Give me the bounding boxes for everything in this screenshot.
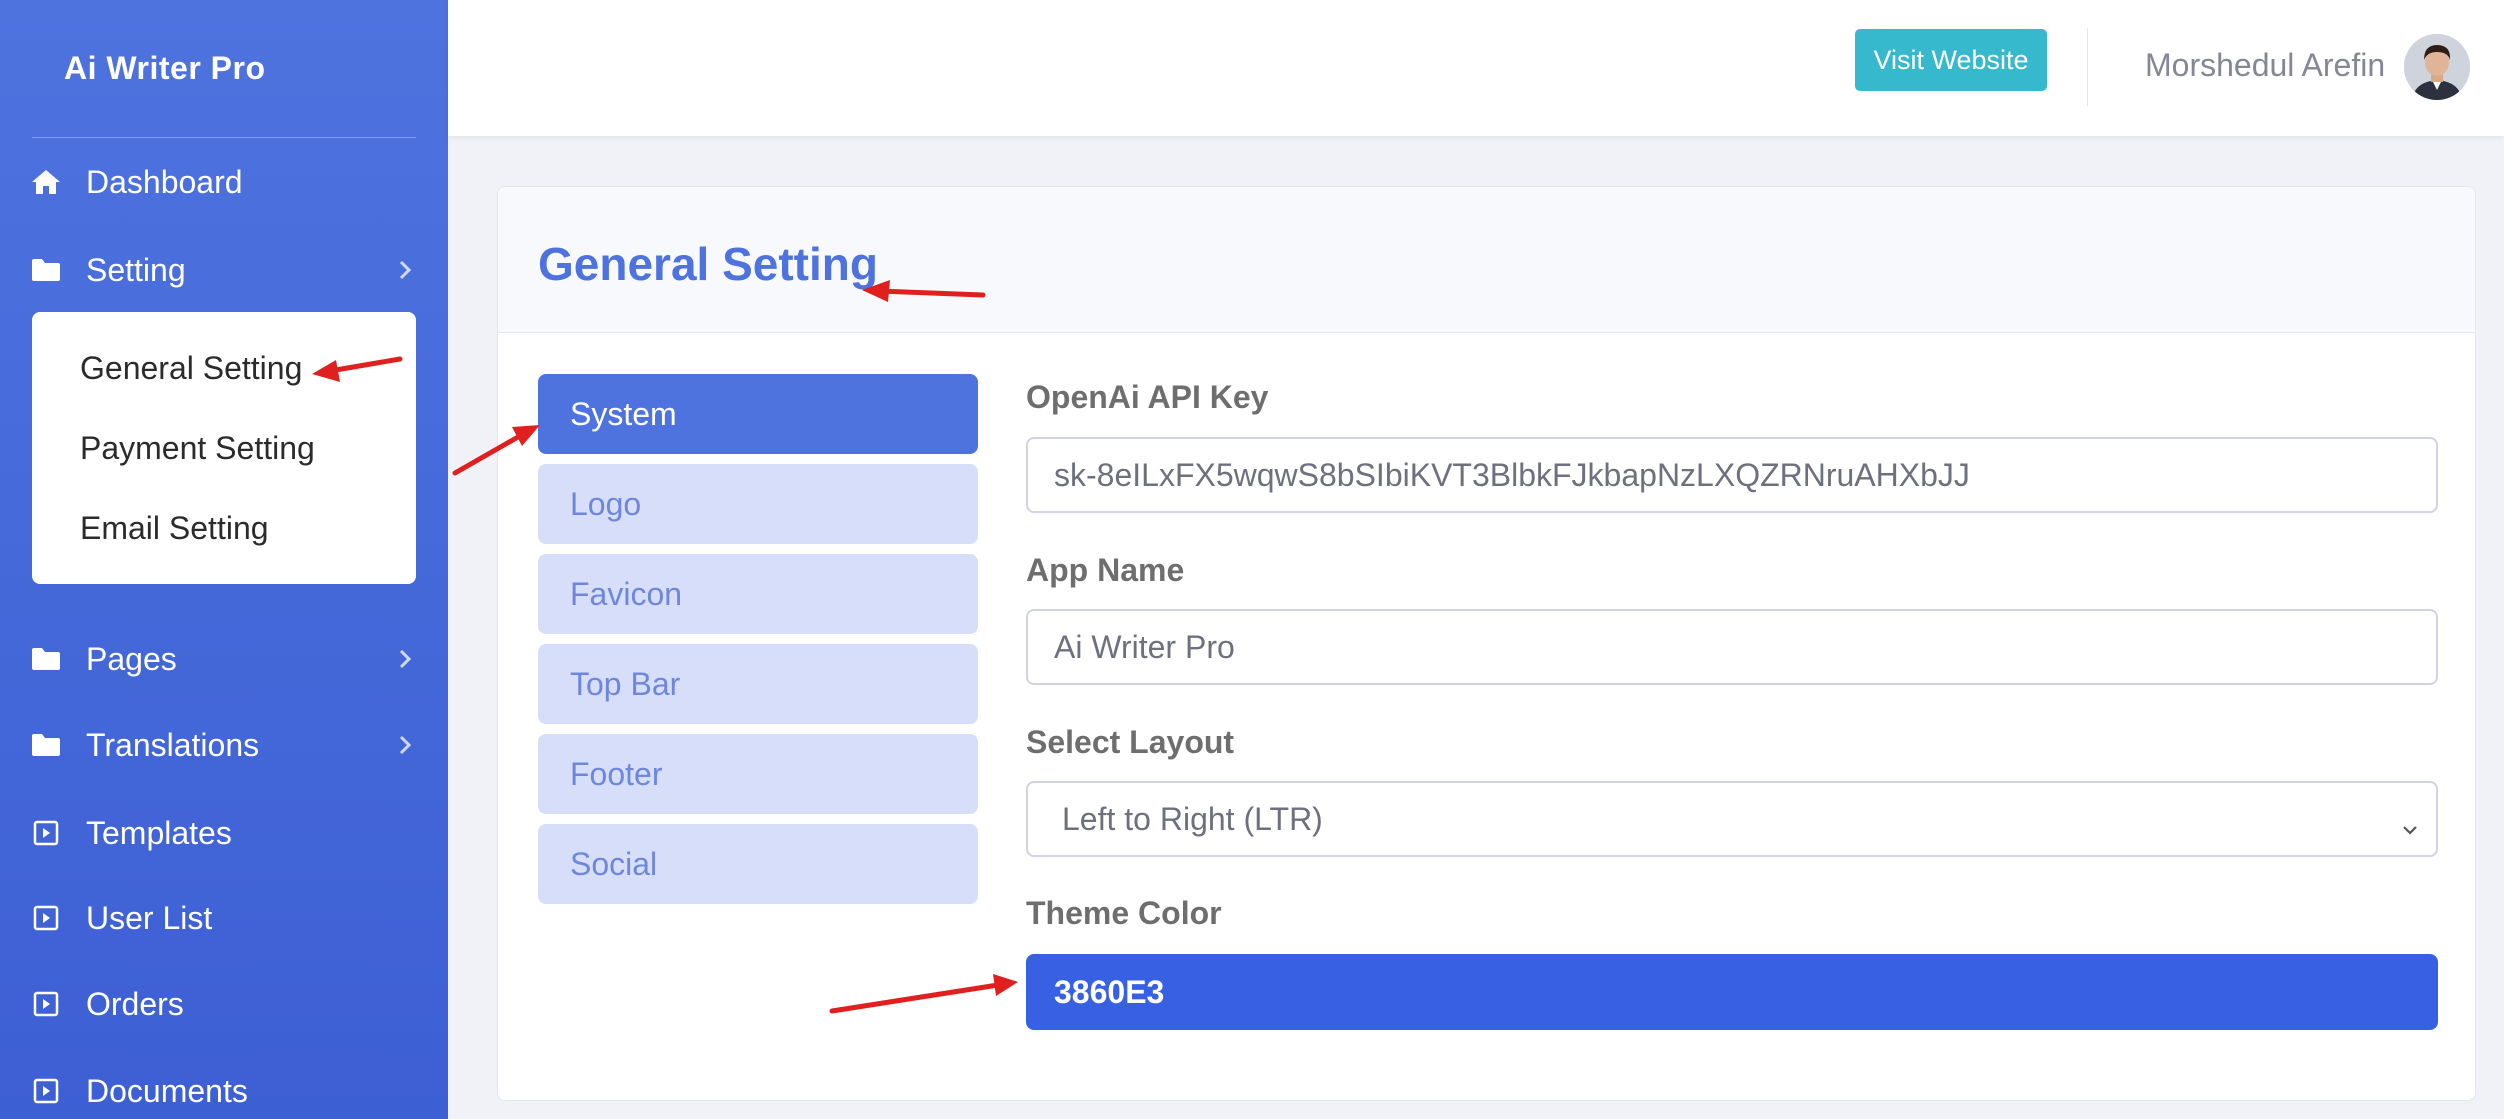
annotation-arrows xyxy=(312,280,1018,1014)
annotation-arrow xyxy=(452,425,540,476)
annotation-arrow xyxy=(312,356,403,382)
annotation-arrow xyxy=(862,280,986,302)
annotation-arrow xyxy=(829,974,1018,1014)
